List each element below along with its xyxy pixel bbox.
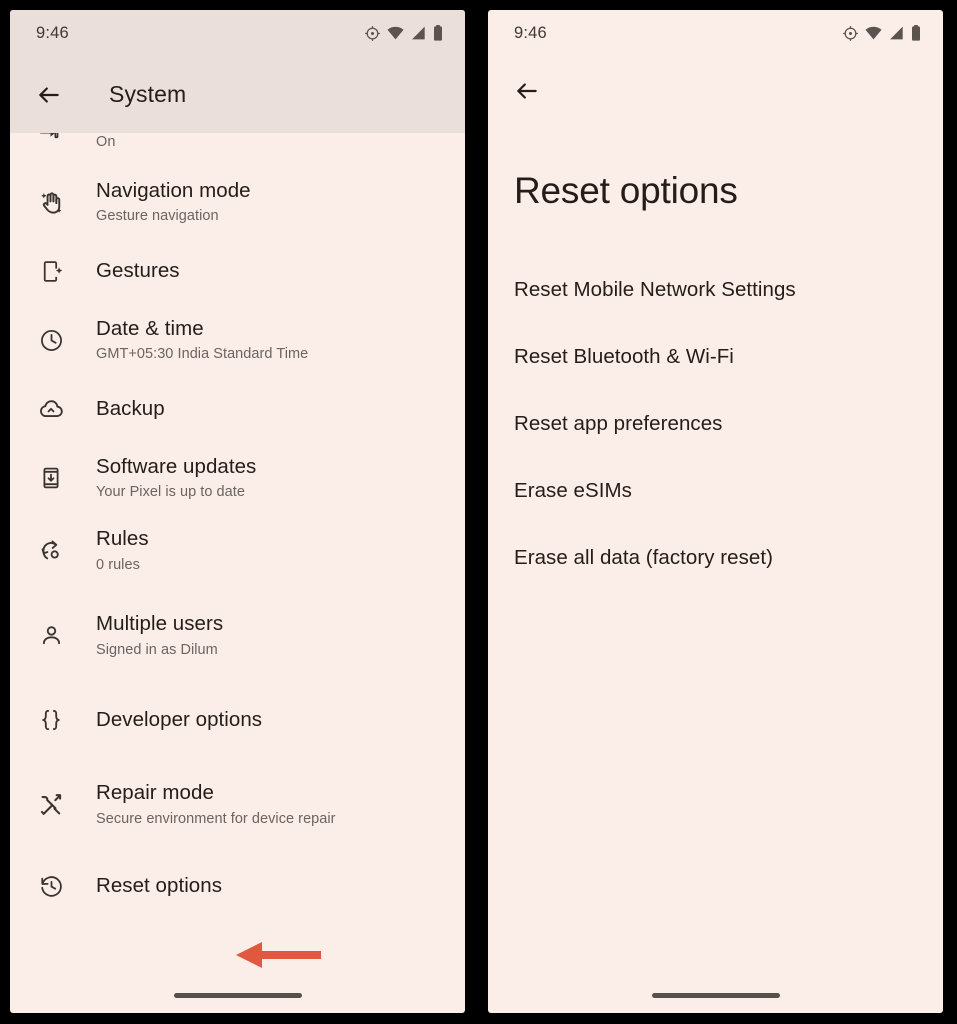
left-phone-screen: 9:46 System On Navigation mode Gesture n… <box>10 10 465 1013</box>
status-bar-time: 9:46 <box>36 23 69 42</box>
wifi-icon <box>387 26 404 40</box>
list-item-title: Multiple users <box>96 612 224 636</box>
list-item-label: Reset Mobile Network Settings <box>514 277 796 301</box>
list-item-text: On <box>96 133 115 152</box>
list-item-text: Multiple users Signed in as Dilum <box>96 611 223 659</box>
list-item-title: Reset options <box>96 874 223 898</box>
screenshot-stage: 9:46 System On Navigation mode Gesture n… <box>0 0 957 1024</box>
list-item-clipped[interactable]: On <box>10 133 465 167</box>
list-item-software-updates[interactable]: Software updates Your Pixel is up to dat… <box>10 443 465 513</box>
list-item-rules[interactable]: Rules 0 rules <box>10 513 465 588</box>
list-item-title: Backup <box>96 397 165 421</box>
person-icon <box>36 623 66 648</box>
alarm-icon <box>843 25 858 41</box>
list-item-text: Repair mode Secure environment for devic… <box>96 780 336 828</box>
list-item-title: Software updates <box>96 454 257 478</box>
cloud-upload-icon <box>36 396 66 422</box>
list-item-text: Backup <box>96 396 165 422</box>
list-item-subtitle: On <box>96 134 116 150</box>
list-item-reset-app-preferences[interactable]: Reset app preferences <box>488 390 943 457</box>
right-top-bar <box>488 56 943 126</box>
list-item-subtitle: 0 rules <box>96 556 140 573</box>
phone-sparkle-icon <box>36 259 66 284</box>
list-item-title: Repair mode <box>96 781 214 805</box>
list-item-title: Date & time <box>96 316 204 340</box>
list-item-title: Navigation mode <box>96 178 251 202</box>
list-item-text: Gestures <box>96 258 180 284</box>
left-phone-frame: 9:46 System On Navigation mode Gesture n… <box>0 0 478 1024</box>
back-arrow-icon[interactable] <box>36 82 62 108</box>
list-item-label: Erase all data (factory reset) <box>514 545 773 569</box>
list-item-subtitle: Gesture navigation <box>96 208 219 225</box>
list-item-label: Erase eSIMs <box>514 478 632 502</box>
status-bar-icons <box>843 25 921 41</box>
list-item-navigation-mode[interactable]: Navigation mode Gesture navigation <box>10 167 465 237</box>
battery-icon <box>433 25 443 41</box>
list-item-text: Navigation mode Gesture navigation <box>96 178 251 226</box>
left-status-bar: 9:46 <box>10 10 465 56</box>
list-item-gestures[interactable]: Gestures <box>10 237 465 305</box>
list-item-subtitle: GMT+05:30 India Standard Time <box>96 346 309 363</box>
back-arrow-icon[interactable] <box>514 78 540 104</box>
home-indicator[interactable] <box>173 993 302 998</box>
list-item-subtitle: Secure environment for device repair <box>96 810 336 827</box>
system-settings-list: On Navigation mode Gesture navigation Ge… <box>10 133 465 920</box>
right-phone-screen: 9:46 Reset options Reset Mobile Network … <box>488 10 943 1013</box>
left-app-bar: System <box>10 56 465 133</box>
list-item-title: Developer options <box>96 708 263 732</box>
list-item-title: Rules <box>96 527 149 551</box>
home-indicator[interactable] <box>651 993 780 998</box>
list-item-backup[interactable]: Backup <box>10 375 465 443</box>
signal-icon <box>889 26 904 40</box>
list-item-text: Rules 0 rules <box>96 526 149 574</box>
list-item-text: Software updates Your Pixel is up to dat… <box>96 454 256 502</box>
pointer-icon <box>36 133 66 147</box>
braces-icon <box>36 707 66 733</box>
list-item-text: Reset options <box>96 873 222 899</box>
list-item-reset-mobile-network-settings[interactable]: Reset Mobile Network Settings <box>488 256 943 323</box>
list-item-reset-options[interactable]: Reset options <box>10 852 465 920</box>
right-status-bar: 9:46 <box>488 10 943 56</box>
status-bar-time: 9:46 <box>514 23 547 42</box>
status-bar-icons <box>365 25 443 41</box>
history-restore-icon <box>36 874 66 899</box>
tools-icon <box>36 792 66 818</box>
right-phone-frame: 9:46 Reset options Reset Mobile Network … <box>478 0 957 1024</box>
signal-icon <box>411 26 426 40</box>
list-item-repair-mode[interactable]: Repair mode Secure environment for devic… <box>10 757 465 852</box>
list-item-date-time[interactable]: Date & time GMT+05:30 India Standard Tim… <box>10 305 465 375</box>
list-item-label: Reset app preferences <box>514 411 723 435</box>
reset-options-list: Reset Mobile Network Settings Reset Blue… <box>488 256 943 591</box>
list-item-reset-bluetooth-wifi[interactable]: Reset Bluetooth & Wi-Fi <box>488 323 943 390</box>
battery-icon <box>911 25 921 41</box>
list-item-subtitle: Your Pixel is up to date <box>96 484 245 501</box>
list-item-title: Gestures <box>96 259 180 283</box>
alarm-icon <box>365 25 380 41</box>
left-header-band: 9:46 System <box>10 10 465 133</box>
list-item-erase-esims[interactable]: Erase eSIMs <box>488 457 943 524</box>
list-item-multiple-users[interactable]: Multiple users Signed in as Dilum <box>10 588 465 683</box>
wifi-icon <box>865 26 882 40</box>
clock-icon <box>36 328 66 353</box>
list-item-label: Reset Bluetooth & Wi-Fi <box>514 344 734 368</box>
page-title: System <box>109 81 187 107</box>
rules-gear-icon <box>36 538 66 564</box>
gesture-hand-icon <box>36 189 66 216</box>
list-item-text: Developer options <box>96 707 262 733</box>
phone-download-icon <box>36 466 66 490</box>
list-item-erase-all-data[interactable]: Erase all data (factory reset) <box>488 524 943 591</box>
page-title: Reset options <box>514 170 738 211</box>
list-item-subtitle: Signed in as Dilum <box>96 641 218 658</box>
list-item-text: Date & time GMT+05:30 India Standard Tim… <box>96 316 308 364</box>
list-item-developer-options[interactable]: Developer options <box>10 683 465 757</box>
